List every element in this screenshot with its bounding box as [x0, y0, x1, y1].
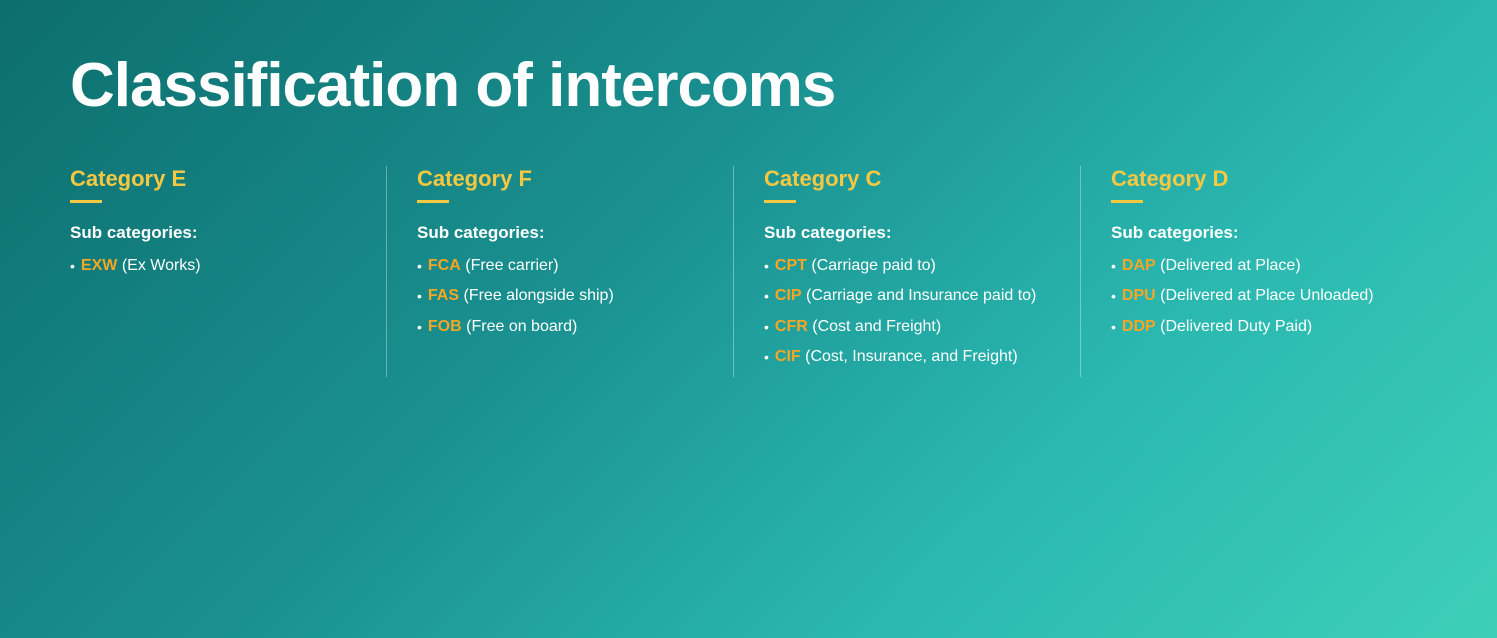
item-text: CFR (Cost and Freight): [775, 316, 941, 338]
item-code: FOB: [428, 318, 462, 335]
page-title: Classification of intercoms: [70, 50, 1427, 121]
category-d-sub-label: Sub categories:: [1111, 223, 1397, 243]
bullet-icon: •: [1111, 318, 1116, 338]
category-col-e: Category E Sub categories: • EXW (Ex Wor…: [70, 166, 386, 377]
item-code: CIP: [775, 287, 802, 304]
item-desc: (Carriage and Insurance paid to): [806, 287, 1036, 304]
item-desc: (Carriage paid to): [811, 257, 936, 274]
item-code: CFR: [775, 318, 808, 335]
bullet-icon: •: [764, 348, 769, 368]
item-desc: (Delivered at Place): [1160, 257, 1301, 274]
category-c-sub-label: Sub categories:: [764, 223, 1050, 243]
item-code: FAS: [428, 287, 459, 304]
item-text: FCA (Free carrier): [428, 255, 559, 277]
item-desc: (Delivered at Place Unloaded): [1160, 287, 1373, 304]
categories-row: Category E Sub categories: • EXW (Ex Wor…: [70, 166, 1427, 377]
item-code: DAP: [1122, 257, 1156, 274]
bullet-icon: •: [417, 318, 422, 338]
bullet-icon: •: [764, 318, 769, 338]
item-desc: (Delivered Duty Paid): [1160, 318, 1312, 335]
category-f-underline: [417, 200, 449, 203]
category-e-heading: Category E: [70, 166, 356, 192]
list-item: • CIP (Carriage and Insurance paid to): [764, 285, 1050, 307]
category-col-c: Category C Sub categories: • CPT (Carria…: [733, 166, 1080, 377]
list-item: • CFR (Cost and Freight): [764, 316, 1050, 338]
category-d-list: • DAP (Delivered at Place) • DPU (Delive…: [1111, 255, 1397, 338]
item-desc: (Free on board): [466, 318, 577, 335]
bullet-icon: •: [417, 257, 422, 277]
item-code: FCA: [428, 257, 461, 274]
item-text: DAP (Delivered at Place): [1122, 255, 1301, 277]
list-item: • DDP (Delivered Duty Paid): [1111, 316, 1397, 338]
item-text: FAS (Free alongside ship): [428, 285, 614, 307]
item-desc: (Ex Works): [122, 257, 201, 274]
bullet-icon: •: [764, 257, 769, 277]
item-text: CIF (Cost, Insurance, and Freight): [775, 346, 1018, 368]
category-f-list: • FCA (Free carrier) • FAS (Free alongsi…: [417, 255, 703, 338]
bullet-icon: •: [1111, 287, 1116, 307]
bullet-icon: •: [1111, 257, 1116, 277]
category-d-underline: [1111, 200, 1143, 203]
item-text: FOB (Free on board): [428, 316, 577, 338]
category-e-sub-label: Sub categories:: [70, 223, 356, 243]
list-item: • CPT (Carriage paid to): [764, 255, 1050, 277]
list-item: • EXW (Ex Works): [70, 255, 356, 277]
list-item: • DAP (Delivered at Place): [1111, 255, 1397, 277]
category-col-d: Category D Sub categories: • DAP (Delive…: [1080, 166, 1427, 377]
category-c-heading: Category C: [764, 166, 1050, 192]
category-c-underline: [764, 200, 796, 203]
item-text: EXW (Ex Works): [81, 255, 201, 277]
category-f-sub-label: Sub categories:: [417, 223, 703, 243]
item-text: CIP (Carriage and Insurance paid to): [775, 285, 1036, 307]
page-container: Classification of intercoms Category E S…: [0, 0, 1497, 638]
list-item: • FAS (Free alongside ship): [417, 285, 703, 307]
item-code: DDP: [1122, 318, 1156, 335]
bullet-icon: •: [70, 257, 75, 277]
item-text: CPT (Carriage paid to): [775, 255, 936, 277]
item-text: DDP (Delivered Duty Paid): [1122, 316, 1312, 338]
list-item: • CIF (Cost, Insurance, and Freight): [764, 346, 1050, 368]
item-code: DPU: [1122, 287, 1156, 304]
item-code: EXW: [81, 257, 117, 274]
item-text: DPU (Delivered at Place Unloaded): [1122, 285, 1374, 307]
category-e-list: • EXW (Ex Works): [70, 255, 356, 277]
list-item: • FOB (Free on board): [417, 316, 703, 338]
item-code: CPT: [775, 257, 807, 274]
item-desc: (Free alongside ship): [463, 287, 613, 304]
category-c-list: • CPT (Carriage paid to) • CIP (Carriage…: [764, 255, 1050, 369]
category-e-underline: [70, 200, 102, 203]
category-d-heading: Category D: [1111, 166, 1397, 192]
item-desc: (Free carrier): [465, 257, 558, 274]
category-f-heading: Category F: [417, 166, 703, 192]
category-col-f: Category F Sub categories: • FCA (Free c…: [386, 166, 733, 377]
bullet-icon: •: [417, 287, 422, 307]
item-desc: (Cost and Freight): [812, 318, 941, 335]
bullet-icon: •: [764, 287, 769, 307]
list-item: • DPU (Delivered at Place Unloaded): [1111, 285, 1397, 307]
item-code: CIF: [775, 348, 801, 365]
list-item: • FCA (Free carrier): [417, 255, 703, 277]
item-desc: (Cost, Insurance, and Freight): [805, 348, 1018, 365]
